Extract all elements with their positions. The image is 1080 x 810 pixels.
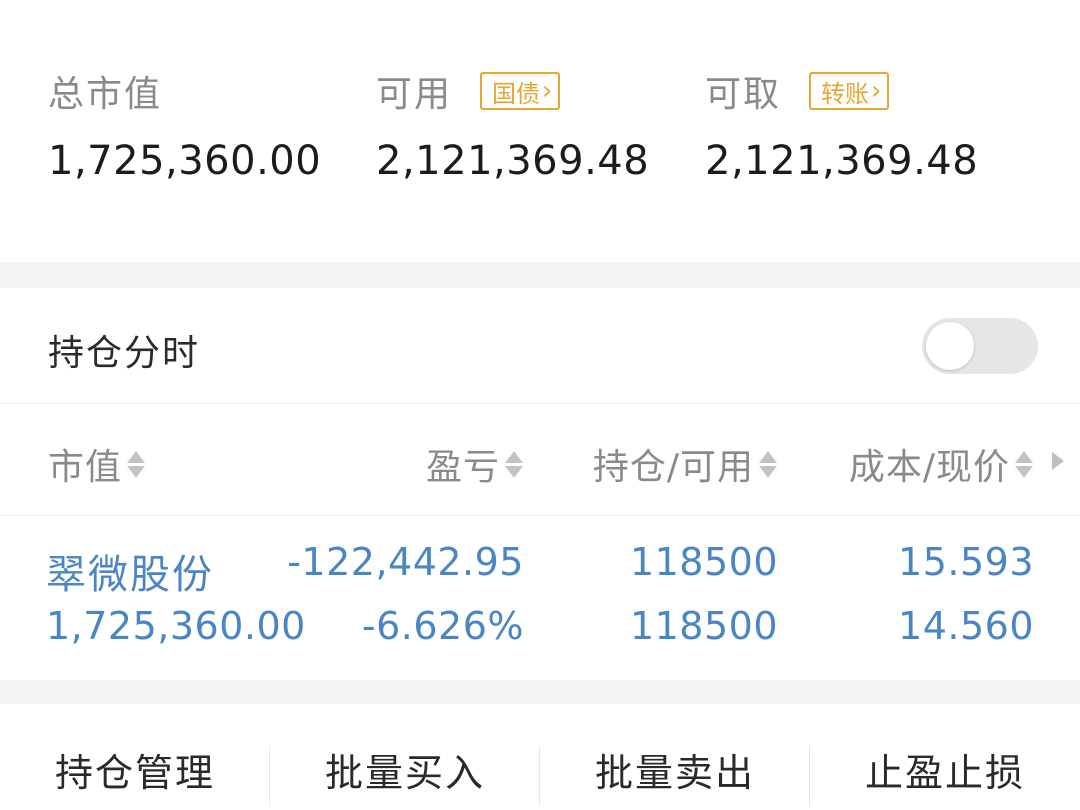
available-funds-label: 可用 (376, 74, 453, 115)
sort-icon (758, 449, 778, 479)
batch-buy-button[interactable]: 批量买入 (270, 742, 540, 797)
stop-profit-loss-button[interactable]: 止盈止损 (810, 742, 1080, 797)
position-management-button[interactable]: 持仓管理 (0, 742, 270, 797)
sort-icon (126, 449, 146, 479)
section-divider (0, 262, 1080, 288)
stock-cost: 15.593 (898, 540, 1034, 584)
column-header-market-value[interactable]: 市值 (48, 438, 146, 490)
withdrawable-funds-value: 2,121,369.48 (705, 138, 979, 184)
transfer-button[interactable]: 转账 › (809, 72, 890, 110)
sort-icon (504, 449, 524, 479)
toggle-knob (926, 322, 974, 370)
column-header-cost-price[interactable]: 成本/现价 (849, 438, 1034, 490)
table-row[interactable]: 翠微股份 1,725,360.00 -122,442.95 -6.626% 11… (0, 516, 1080, 680)
chevron-right-icon: › (871, 76, 882, 106)
transfer-label: 转账 (821, 79, 870, 108)
total-market-value: 1,725,360.00 (48, 138, 322, 184)
stock-name: 翠微股份 (46, 552, 214, 598)
holdings-page: 总市值 1,725,360.00 可用 国债 › 2,121,369.48 可取… (0, 0, 1080, 810)
section-divider (0, 680, 1080, 704)
stock-profit-loss: -122,442.95 (287, 540, 524, 584)
total-market-value-block: 总市值 1,725,360.00 (48, 64, 321, 184)
holdings-table-header: 市值 盈亏 持仓/可用 成本/现价 (0, 404, 1080, 516)
stock-price: 14.560 (898, 604, 1034, 648)
scroll-right-icon[interactable] (1052, 452, 1064, 470)
position-timeshare-toggle[interactable] (922, 318, 1038, 374)
account-summary: 总市值 1,725,360.00 可用 国债 › 2,121,369.48 可取… (0, 0, 1080, 262)
available-funds-value: 2,121,369.48 (376, 138, 650, 184)
position-timeshare-label: 持仓分时 (48, 333, 201, 374)
treasury-bond-button[interactable]: 国债 › (480, 72, 561, 110)
column-header-label: 盈亏 (425, 447, 500, 488)
total-market-value-label: 总市值 (48, 74, 163, 115)
stock-position: 118500 (629, 540, 778, 584)
action-bar: 持仓管理 批量买入 批量卖出 止盈止损 (0, 704, 1080, 810)
column-header-position-available[interactable]: 持仓/可用 (593, 438, 778, 490)
treasury-bond-label: 国债 (492, 79, 541, 108)
stock-market-value: 1,725,360.00 (46, 604, 306, 648)
column-header-label: 成本/现价 (848, 447, 1010, 488)
available-funds-block: 可用 国债 › 2,121,369.48 (376, 64, 649, 184)
withdrawable-funds-block: 可取 转账 › 2,121,369.48 (705, 64, 978, 184)
column-header-label: 市值 (48, 447, 123, 488)
withdrawable-funds-label: 可取 (705, 74, 782, 115)
stock-profit-loss-ratio: -6.626% (361, 604, 524, 648)
column-header-profit-loss[interactable]: 盈亏 (426, 438, 524, 490)
column-header-label: 持仓/可用 (592, 447, 754, 488)
position-timeshare-row: 持仓分时 (0, 288, 1080, 404)
sort-icon (1014, 449, 1034, 479)
chevron-right-icon: › (542, 76, 553, 106)
stock-available: 118500 (629, 604, 778, 648)
batch-sell-button[interactable]: 批量卖出 (540, 742, 810, 797)
